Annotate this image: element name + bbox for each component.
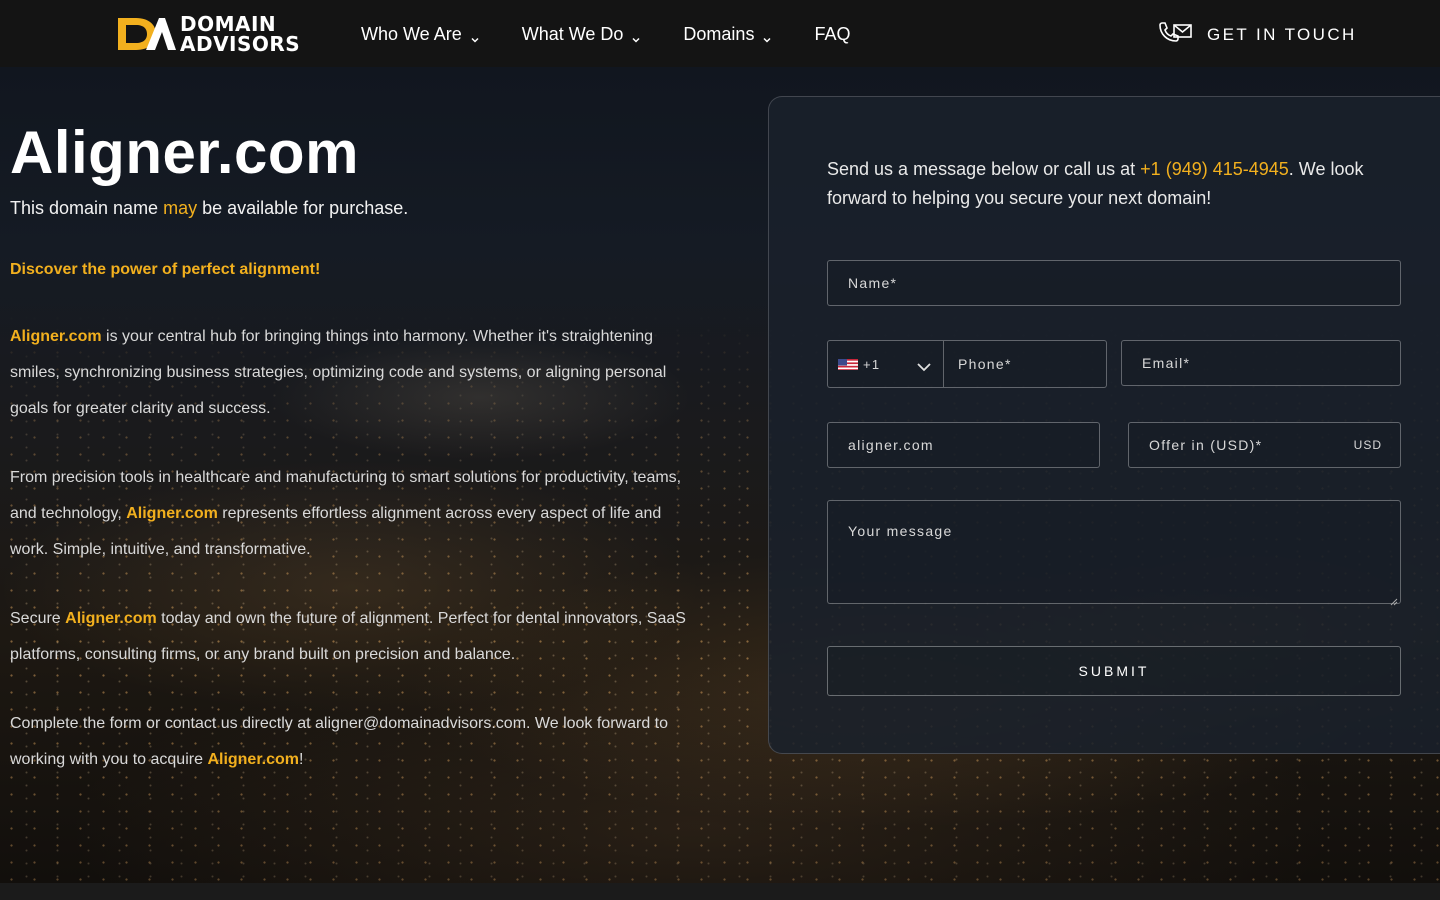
domain-description: Aligner.com This domain name may be avai… [10,118,700,778]
country-dial-code: +1 [863,356,881,372]
paragraph-text: ! [299,751,304,768]
contact-form-panel: Send us a message below or call us at +1… [768,96,1440,754]
availability-before: This domain name [10,198,164,218]
domain-highlight: Aligner.com [207,751,300,768]
name-placeholder: Name* [848,275,898,291]
country-code-select[interactable]: +1 [828,341,944,387]
phone-placeholder: Phone* [958,356,1012,372]
nav-item-faq[interactable]: FAQ [814,22,850,46]
offer-placeholder: Offer in (USD)* [1149,437,1263,453]
nav-label: Who We Are [361,23,462,44]
paragraph-text: Secure [10,610,66,627]
availability-after: be available for purchase. [197,198,409,218]
nav-label: What We Do [521,23,624,44]
nav-item-what-we-do[interactable]: What We Do [522,22,642,46]
domain-field[interactable]: aligner.com [827,422,1100,468]
tagline: Discover the power of perfect alignment! [10,261,321,278]
site-header: DOMAIN ADVISORS Who We Are What We Do Do… [0,0,1440,67]
phone-link[interactable]: +1 (949) 415-4945 [1140,159,1289,179]
main-nav: Who We Are What We Do Domains FAQ [361,22,892,46]
description-paragraph-1: Aligner.com is your central hub for brin… [10,319,700,427]
chevron-down-icon [917,359,931,372]
submit-button[interactable]: SUBMIT [827,646,1401,696]
nav-label: Domains [683,23,755,44]
name-field[interactable]: Name* [827,260,1401,306]
domain-highlight: Aligner.com [10,328,102,345]
paragraph-text: Complete the form or contact us directly… [10,715,668,768]
offer-field[interactable]: Offer in (USD)* USD [1128,422,1401,468]
intro-text: Send us a message below or call us at [827,159,1141,179]
phone-field[interactable]: +1 Phone* [827,340,1107,388]
description-paragraph-2: From precision tools in healthcare and m… [10,460,700,568]
domain-highlight: Aligner.com [126,505,218,522]
message-placeholder: Your message [848,523,953,539]
logo-mark-icon [116,12,176,56]
page-title: Aligner.com [10,119,359,186]
description-paragraph-3: Secure Aligner.com today and own the fut… [10,601,700,673]
get-in-touch-label: GET IN TOUCH [1207,24,1357,44]
phone-mail-icon [1157,20,1193,49]
email-field[interactable]: Email* [1121,340,1401,386]
domain-highlight: Aligner.com [65,610,157,627]
us-flag-icon [838,358,858,370]
email-placeholder: Email* [1142,355,1191,371]
logo-text: DOMAIN ADVISORS [180,14,300,54]
chevron-down-icon [470,29,480,43]
chevron-down-icon [762,29,772,43]
nav-label: FAQ [814,23,851,44]
logo[interactable]: DOMAIN ADVISORS [116,12,304,56]
get-in-touch-link[interactable]: GET IN TOUCH [1157,20,1357,49]
logo-line2: ADVISORS [180,32,301,56]
nav-item-who-we-are[interactable]: Who We Are [361,22,480,46]
currency-label: USD [1353,438,1382,452]
chevron-down-icon [631,29,641,43]
availability-text: This domain name may be available for pu… [10,198,700,219]
nav-item-domains[interactable]: Domains [683,22,772,46]
footer-strip [0,883,1440,900]
resize-handle-icon[interactable] [1390,593,1398,606]
description-paragraph-4: Complete the form or contact us directly… [10,706,700,778]
paragraph-text: is your central hub for bringing things … [10,328,667,417]
availability-highlight: may [163,198,198,218]
logo-line1: DOMAIN [180,12,277,36]
domain-value: aligner.com [848,437,934,453]
form-intro: Send us a message below or call us at +1… [827,155,1407,213]
message-field[interactable]: Your message [827,500,1401,606]
